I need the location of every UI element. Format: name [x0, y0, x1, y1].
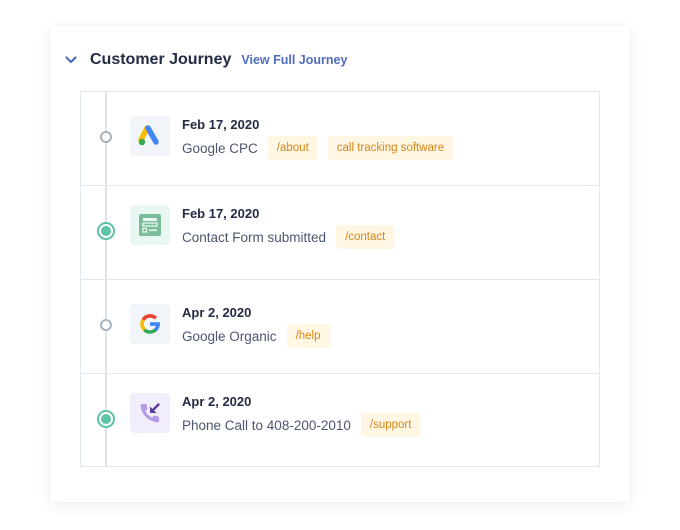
page-tag[interactable]: /support	[360, 413, 421, 437]
timeline-event: Feb 17, 2020 Google CPC /about call trac…	[81, 92, 599, 186]
timeline-dot-inactive	[100, 319, 112, 331]
timeline-event: Feb 17, 2020 Contact Form submitted /con…	[81, 186, 599, 280]
event-date: Feb 17, 2020	[182, 117, 260, 132]
section-title: Customer Journey	[90, 51, 232, 68]
incoming-call-icon	[130, 393, 170, 433]
event-description: Phone Call to 408-200-2010	[182, 417, 351, 433]
page-tag[interactable]: /contact	[336, 225, 395, 249]
customer-journey-card: Customer Journey View Full Journey Feb 1…	[50, 26, 630, 502]
google-ads-icon	[130, 116, 170, 156]
event-description: Google Organic	[182, 328, 277, 344]
timeline-dot-inactive	[100, 131, 112, 143]
page-tag[interactable]: /help	[286, 324, 330, 348]
event-date: Feb 17, 2020	[182, 206, 260, 221]
timeline-event: Apr 2, 2020 Phone Call to 408-200-2010 /…	[81, 374, 599, 468]
card-header: Customer Journey View Full Journey	[64, 48, 347, 72]
timeline-dot-active	[97, 222, 115, 240]
journey-timeline: Feb 17, 2020 Google CPC /about call trac…	[80, 91, 600, 467]
event-date: Apr 2, 2020	[182, 305, 252, 320]
event-description: Contact Form submitted	[182, 229, 327, 245]
page-tag[interactable]: /about	[267, 136, 318, 160]
view-full-journey-link[interactable]: View Full Journey	[241, 53, 347, 67]
google-icon	[130, 304, 170, 344]
timeline-event: Apr 2, 2020 Google Organic /help	[81, 280, 599, 374]
form-icon	[130, 205, 170, 245]
chevron-down-icon[interactable]	[64, 53, 78, 67]
event-date: Apr 2, 2020	[182, 394, 252, 409]
timeline-dot-active	[97, 410, 115, 428]
event-description: Google CPC	[182, 140, 258, 156]
keyword-tag[interactable]: call tracking software	[327, 136, 454, 160]
